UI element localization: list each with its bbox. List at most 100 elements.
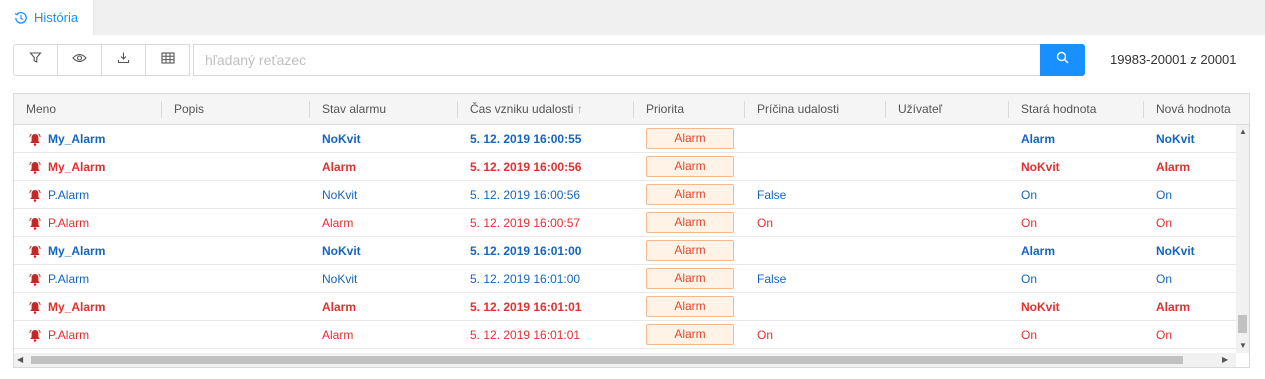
cell-pricina: False bbox=[757, 188, 787, 202]
cell-popis bbox=[162, 237, 174, 265]
scroll-right-arrow[interactable]: ▶ bbox=[1222, 355, 1228, 365]
cell-stara-hodnota: Alarm bbox=[1021, 244, 1056, 258]
cell-nova-hodnota: Alarm bbox=[1156, 300, 1191, 314]
export-button[interactable] bbox=[101, 44, 146, 76]
search-button[interactable] bbox=[1040, 44, 1085, 76]
tab-historia[interactable]: História bbox=[0, 0, 94, 35]
cell-uzivatel bbox=[886, 125, 898, 153]
cell-pricina: False bbox=[757, 272, 787, 286]
cell-cas: 5. 12. 2019 16:01:00 bbox=[470, 272, 581, 286]
cell-nova-hodnota: NoKvit bbox=[1156, 132, 1195, 146]
cell-meno: My_Alarm bbox=[48, 132, 106, 146]
horizontal-scroll-thumb[interactable] bbox=[31, 356, 1183, 364]
cell-stav-alarmu: Alarm bbox=[322, 160, 357, 174]
cell-popis bbox=[162, 293, 174, 321]
column-header-uzivatel[interactable]: Užívateľ bbox=[886, 94, 1009, 125]
column-header-pricina[interactable]: Príčina udalosti bbox=[745, 94, 886, 125]
scroll-up-arrow[interactable]: ▲ bbox=[1239, 127, 1247, 137]
cell-stav-alarmu: NoKvit bbox=[322, 188, 358, 202]
cell-popis bbox=[162, 265, 174, 293]
cell-pricina bbox=[745, 125, 757, 153]
cell-stara-hodnota: On bbox=[1021, 328, 1038, 342]
column-header-popis[interactable]: Popis bbox=[162, 94, 310, 125]
cell-meno: P.Alarm bbox=[48, 216, 90, 230]
vertical-scroll-thumb[interactable] bbox=[1238, 315, 1247, 333]
cell-uzivatel bbox=[886, 321, 898, 349]
search-icon bbox=[1056, 51, 1069, 69]
cell-nova-hodnota: Alarm bbox=[1156, 160, 1191, 174]
sort-asc-icon: ↑ bbox=[576, 102, 583, 116]
cell-cas: 5. 12. 2019 16:01:01 bbox=[470, 328, 581, 342]
cell-stara-hodnota: On bbox=[1021, 216, 1038, 230]
cell-popis bbox=[162, 153, 174, 181]
cell-nova-hodnota: On bbox=[1156, 216, 1173, 230]
cell-popis bbox=[162, 209, 174, 237]
scroll-left-arrow[interactable]: ◀ bbox=[17, 355, 23, 365]
table-row[interactable]: My_Alarm Alarm 5. 12. 2019 16:00:56 NoKvit A… bbox=[14, 153, 1236, 181]
cell-stara-hodnota: On bbox=[1021, 272, 1038, 286]
column-header-cas-vzniku[interactable]: Čas vzniku udalosti ↑ bbox=[458, 94, 634, 125]
column-header-nova-hodnota[interactable]: Nová hodnota bbox=[1144, 94, 1249, 125]
cell-nova-hodnota: On bbox=[1156, 188, 1173, 202]
cell-uzivatel bbox=[886, 209, 898, 237]
cell-stara-hodnota: NoKvit bbox=[1021, 160, 1060, 174]
table-header: Meno Popis Stav alarmu Čas vzniku udalos… bbox=[14, 94, 1249, 125]
cell-stav-alarmu: Alarm bbox=[322, 216, 354, 230]
cell-popis bbox=[162, 181, 174, 209]
cell-uzivatel bbox=[886, 293, 898, 321]
table-row[interactable]: P.Alarm Alarm 5. 12. 2019 16:00:57 On On On Al… bbox=[14, 209, 1236, 237]
column-header-priorita[interactable]: Priorita bbox=[634, 94, 745, 125]
priority-badge: Alarm bbox=[646, 184, 734, 205]
priority-badge: Alarm bbox=[646, 296, 734, 317]
download-icon bbox=[117, 51, 130, 69]
cell-cas: 5. 12. 2019 16:00:56 bbox=[470, 188, 581, 202]
cell-cas: 5. 12. 2019 16:01:01 bbox=[470, 300, 582, 314]
cell-stav-alarmu: NoKvit bbox=[322, 244, 361, 258]
search-input[interactable] bbox=[193, 44, 1041, 76]
table-body: My_Alarm NoKvit 5. 12. 2019 16:00:55 Alarm N… bbox=[14, 125, 1236, 353]
table-row[interactable]: P.Alarm Alarm 5. 12. 2019 16:01:01 On On On Al… bbox=[14, 321, 1236, 349]
cell-cas: 5. 12. 2019 16:00:57 bbox=[470, 216, 581, 230]
cell-nova-hodnota: NoKvit bbox=[1156, 244, 1195, 258]
column-header-stara-hodnota[interactable]: Stará hodnota bbox=[1009, 94, 1144, 125]
cell-meno: P.Alarm bbox=[48, 328, 90, 342]
table-row[interactable]: P.Alarm NoKvit 5. 12. 2019 16:01:00 False On… bbox=[14, 265, 1236, 293]
cell-pricina bbox=[745, 237, 757, 265]
cell-uzivatel bbox=[886, 181, 898, 209]
cell-stav-alarmu: NoKvit bbox=[322, 272, 358, 286]
cell-meno: My_Alarm bbox=[48, 244, 106, 258]
cell-pricina bbox=[745, 293, 757, 321]
visibility-button[interactable] bbox=[57, 44, 102, 76]
cell-meno: My_Alarm bbox=[48, 160, 106, 174]
cell-nova-hodnota: On bbox=[1156, 328, 1173, 342]
table-row[interactable]: My_Alarm NoKvit 5. 12. 2019 16:00:55 Alarm N… bbox=[14, 125, 1236, 153]
priority-badge: Alarm bbox=[646, 324, 734, 345]
column-header-meno[interactable]: Meno bbox=[14, 94, 162, 125]
tab-label: História bbox=[34, 10, 79, 25]
cell-uzivatel bbox=[886, 265, 898, 293]
priority-badge: Alarm bbox=[646, 156, 734, 177]
record-count: 19983-20001 z 20001 bbox=[1110, 52, 1237, 67]
tab-bar: História bbox=[0, 0, 1265, 35]
vertical-scrollbar[interactable]: ▲ ▼ bbox=[1236, 125, 1249, 353]
cell-stav-alarmu: Alarm bbox=[322, 300, 357, 314]
cell-cas: 5. 12. 2019 16:00:56 bbox=[470, 160, 582, 174]
horizontal-scrollbar[interactable]: ◀ ▶ bbox=[14, 353, 1236, 367]
filter-icon bbox=[29, 51, 42, 69]
cell-meno: P.Alarm bbox=[48, 188, 90, 202]
filter-button[interactable] bbox=[13, 44, 58, 76]
cell-pricina: On bbox=[757, 328, 774, 342]
table-row[interactable]: P.Alarm NoKvit 5. 12. 2019 16:00:56 False On… bbox=[14, 181, 1236, 209]
table-row[interactable]: My_Alarm NoKvit 5. 12. 2019 16:01:00 Alarm N… bbox=[14, 237, 1236, 265]
scroll-down-arrow[interactable]: ▼ bbox=[1239, 341, 1247, 351]
history-panel: 19983-20001 z 20001 Meno Popis Stav alar… bbox=[0, 35, 1265, 379]
priority-badge: Alarm bbox=[646, 212, 734, 233]
cell-uzivatel bbox=[886, 153, 898, 181]
columns-button[interactable] bbox=[145, 44, 190, 76]
table-row[interactable]: My_Alarm Alarm 5. 12. 2019 16:01:01 NoKvit A… bbox=[14, 293, 1236, 321]
priority-badge: Alarm bbox=[646, 128, 734, 149]
cell-pricina bbox=[745, 153, 757, 181]
table-icon bbox=[160, 51, 175, 69]
cell-cas: 5. 12. 2019 16:00:55 bbox=[470, 132, 582, 146]
column-header-stav-alarmu[interactable]: Stav alarmu bbox=[310, 94, 458, 125]
